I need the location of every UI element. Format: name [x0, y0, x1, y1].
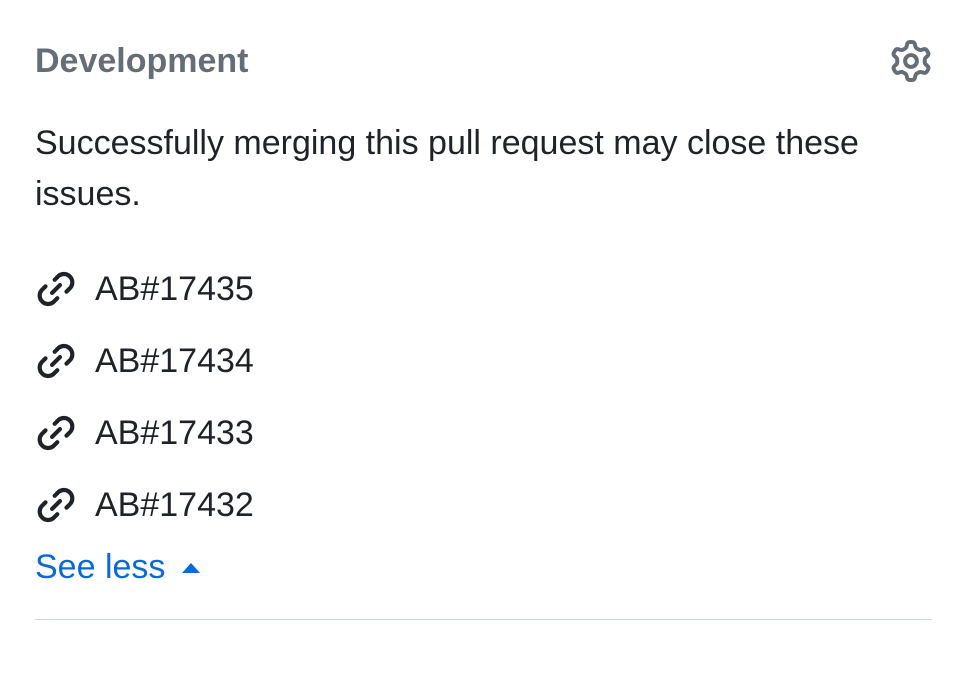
- linked-issue-item[interactable]: AB#17434: [35, 340, 932, 382]
- linked-issue-label: AB#17434: [95, 342, 254, 381]
- toggle-label: See less: [35, 548, 165, 587]
- link-icon: [35, 268, 77, 310]
- section-title: Development: [35, 42, 249, 81]
- link-icon: [35, 340, 77, 382]
- linked-issue-label: AB#17435: [95, 270, 254, 309]
- linked-issue-label: AB#17433: [95, 414, 254, 453]
- section-description: Successfully merging this pull request m…: [35, 118, 932, 220]
- linked-issue-item[interactable]: AB#17432: [35, 484, 932, 526]
- section-divider: [35, 619, 932, 620]
- linked-issue-item[interactable]: AB#17435: [35, 268, 932, 310]
- linked-issue-label: AB#17432: [95, 486, 254, 525]
- development-section-header: Development: [35, 40, 932, 82]
- link-icon: [35, 484, 77, 526]
- see-less-toggle[interactable]: See less: [35, 548, 932, 587]
- link-icon: [35, 412, 77, 454]
- caret-up-icon: [179, 560, 203, 576]
- linked-issue-item[interactable]: AB#17433: [35, 412, 932, 454]
- gear-icon[interactable]: [890, 40, 932, 82]
- linked-issues-list: AB#17435 AB#17434 AB#17433: [35, 268, 932, 526]
